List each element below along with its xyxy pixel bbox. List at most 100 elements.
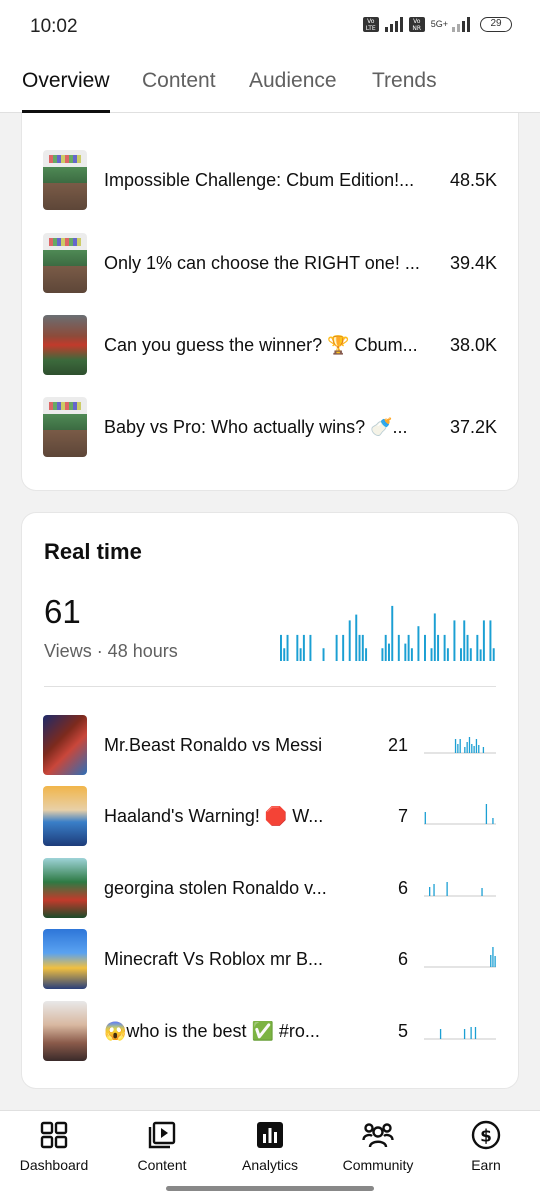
realtime-bar — [453, 620, 456, 661]
sparkline-bar — [454, 739, 457, 753]
realtime-bar — [309, 634, 312, 661]
video-title[interactable]: 😱who is the best ✅ #ro... — [104, 1021, 344, 1042]
video-title[interactable]: Minecraft Vs Roblox mr B... — [104, 949, 344, 970]
home-indicator[interactable] — [166, 1186, 374, 1191]
video-title[interactable]: Mr.Beast Ronaldo vs Messi — [104, 735, 344, 756]
video-title[interactable]: georgina stolen Ronaldo v... — [104, 878, 344, 899]
realtime-bar — [466, 634, 469, 661]
nav-label: Earn — [471, 1157, 501, 1173]
realtime-bar — [384, 634, 387, 661]
network-type: 5G+ — [430, 19, 448, 29]
realtime-bar — [417, 626, 420, 661]
status-time: 10:02 — [30, 16, 78, 37]
nav-analytics[interactable]: Analytics — [216, 1119, 324, 1173]
realtime-bar — [381, 648, 384, 661]
sparkline-bar — [463, 1029, 466, 1039]
nav-label: Dashboard — [19, 1157, 89, 1173]
volte-icon: Vo LTE — [362, 17, 379, 32]
content-icon — [148, 1121, 176, 1149]
realtime-bar — [302, 634, 305, 661]
realtime-bar — [437, 634, 440, 661]
video-views: 37.2K — [449, 417, 497, 437]
community-icon — [362, 1123, 394, 1148]
video-sparkline — [424, 882, 496, 897]
video-thumbnail[interactable] — [43, 233, 87, 293]
nav-community[interactable]: Community — [324, 1119, 432, 1173]
realtime-bar — [358, 634, 361, 661]
video-realtime-views: 7 — [397, 806, 408, 826]
video-thumbnail[interactable] — [43, 1001, 87, 1061]
sparkline-bar — [478, 745, 480, 753]
video-sparkline — [424, 804, 496, 825]
sparkline-bar — [424, 812, 426, 824]
video-title[interactable]: Can you guess the winner? 🏆 Cbum... — [104, 335, 422, 356]
video-title[interactable]: Impossible Challenge: Cbum Edition!... — [104, 170, 422, 191]
video-views: 39.4K — [449, 253, 497, 273]
realtime-bar — [391, 605, 394, 661]
realtime-bar — [446, 648, 449, 661]
overview-scroll[interactable]: Impossible Challenge: Cbum Edition!... 4… — [0, 113, 540, 1110]
video-thumbnail[interactable] — [43, 858, 87, 918]
video-sparkline — [424, 947, 496, 968]
realtime-title: Real time — [44, 539, 142, 564]
realtime-bar — [424, 634, 426, 661]
tab-trends[interactable]: Trends — [372, 69, 437, 93]
video-thumbnail[interactable] — [43, 715, 87, 775]
realtime-bar — [430, 648, 433, 661]
sparkline-bar — [492, 818, 494, 824]
video-thumbnail[interactable] — [43, 786, 87, 846]
sparkline-bar — [471, 744, 473, 753]
sparkline-bar — [466, 742, 468, 753]
sparkline-bar — [464, 747, 466, 753]
video-title[interactable]: Haaland's Warning! 🛑 W... — [104, 806, 344, 827]
video-thumbnail[interactable] — [43, 397, 87, 457]
earn-icon: $ — [471, 1120, 501, 1150]
realtime-bar — [286, 634, 289, 661]
sparkline-bar — [474, 1027, 477, 1039]
video-thumbnail[interactable] — [43, 315, 87, 375]
video-thumbnail[interactable] — [43, 150, 87, 210]
realtime-bar-chart — [280, 605, 495, 661]
tab-audience[interactable]: Audience — [249, 69, 337, 93]
nav-dashboard[interactable]: Dashboard — [0, 1119, 108, 1173]
sparkline-bar — [490, 955, 492, 967]
realtime-bar — [355, 614, 358, 661]
realtime-bar — [280, 634, 282, 661]
status-bar: 10:02 Vo LTE Vo NR 5G+ 29 — [0, 0, 540, 52]
nav-label: Community — [342, 1157, 414, 1173]
realtime-bar — [365, 648, 368, 661]
realtime-bar — [476, 634, 479, 661]
video-title[interactable]: Baby vs Pro: Who actually wins? 🍼... — [104, 417, 422, 438]
video-realtime-views: 5 — [397, 1021, 408, 1041]
realtime-bar — [397, 634, 400, 661]
video-sparkline — [424, 737, 496, 754]
sparkline-bar — [475, 739, 478, 753]
realtime-bar — [482, 620, 485, 661]
sparkline-bar — [470, 1027, 472, 1039]
divider — [44, 686, 496, 687]
realtime-bar — [296, 634, 299, 661]
realtime-bar — [322, 648, 325, 661]
video-realtime-views: 21 — [387, 735, 408, 755]
tab-content[interactable]: Content — [142, 69, 216, 93]
realtime-views-count: 61 — [44, 593, 81, 630]
realtime-bar — [404, 643, 407, 661]
video-realtime-views: 6 — [397, 878, 408, 898]
nav-earn[interactable]: $ Earn — [432, 1119, 540, 1173]
volte-nr-icon: Vo NR — [408, 17, 425, 32]
nav-content[interactable]: Content — [108, 1119, 216, 1173]
signal-icon-2 — [452, 17, 470, 32]
nav-label: Analytics — [241, 1157, 299, 1173]
realtime-bar — [479, 649, 482, 661]
tab-overview[interactable]: Overview — [22, 69, 110, 93]
realtime-bar — [489, 620, 492, 661]
sparkline-bar — [459, 739, 461, 753]
video-title[interactable]: Only 1% can choose the RIGHT one! ... — [104, 253, 422, 274]
video-sparkline — [424, 1027, 496, 1040]
video-thumbnail[interactable] — [43, 929, 87, 989]
top-content-card: Impossible Challenge: Cbum Edition!... 4… — [22, 113, 518, 490]
sparkline-bar — [468, 737, 471, 753]
realtime-bar — [407, 634, 410, 661]
realtime-subtitle: Views · 48 hours — [44, 641, 178, 661]
realtime-bar — [492, 648, 495, 661]
